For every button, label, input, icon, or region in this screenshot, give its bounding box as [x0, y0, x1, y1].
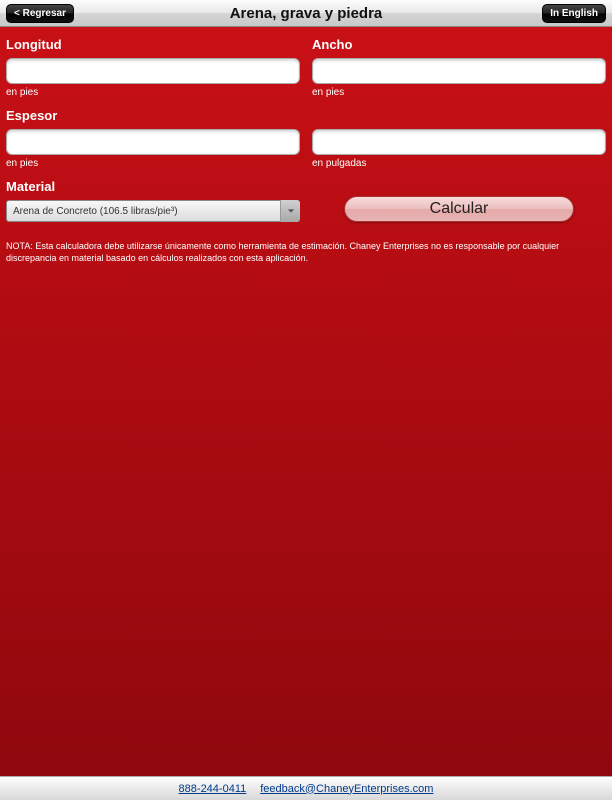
back-button[interactable]: < Regresar — [6, 4, 74, 23]
footer-email-link[interactable]: feedback@ChaneyEnterprises.com — [260, 783, 433, 795]
field-longitud: Longitud en pies — [6, 37, 300, 98]
page-title: Arena, grava y piedra — [0, 5, 612, 22]
material-select[interactable]: Arena de Concreto (106.5 libras/pie³) — [6, 200, 300, 222]
calculate-area: Calcular — [312, 194, 606, 222]
extra-label — [312, 108, 606, 123]
espesor-input[interactable] — [6, 129, 300, 155]
header-bar: < Regresar Arena, grava y piedra In Engl… — [0, 0, 612, 27]
main-content: Longitud en pies Ancho en pies Espesor e… — [0, 27, 612, 776]
ancho-input[interactable] — [312, 58, 606, 84]
espesor-label: Espesor — [6, 108, 300, 123]
field-espesor: Espesor en pies — [6, 108, 300, 169]
extra-input[interactable] — [312, 129, 606, 155]
footer-phone-link[interactable]: 888-244-0411 — [179, 783, 247, 795]
espesor-hint: en pies — [6, 158, 300, 169]
longitud-label: Longitud — [6, 37, 300, 52]
disclaimer-note: NOTA: Esta calculadora debe utilizarse ú… — [6, 240, 606, 264]
language-toggle-button[interactable]: In English — [542, 4, 606, 23]
extra-hint: en pulgadas — [312, 158, 606, 169]
footer-bar: 888-244-0411 feedback@ChaneyEnterprises.… — [0, 776, 612, 800]
longitud-input[interactable] — [6, 58, 300, 84]
calculate-button[interactable]: Calcular — [344, 196, 574, 222]
field-material: Material Arena de Concreto (106.5 libras… — [6, 179, 300, 222]
material-label: Material — [6, 179, 300, 194]
ancho-hint: en pies — [312, 87, 606, 98]
longitud-hint: en pies — [6, 87, 300, 98]
field-extra: en pulgadas — [312, 108, 606, 169]
field-ancho: Ancho en pies — [312, 37, 606, 98]
ancho-label: Ancho — [312, 37, 606, 52]
